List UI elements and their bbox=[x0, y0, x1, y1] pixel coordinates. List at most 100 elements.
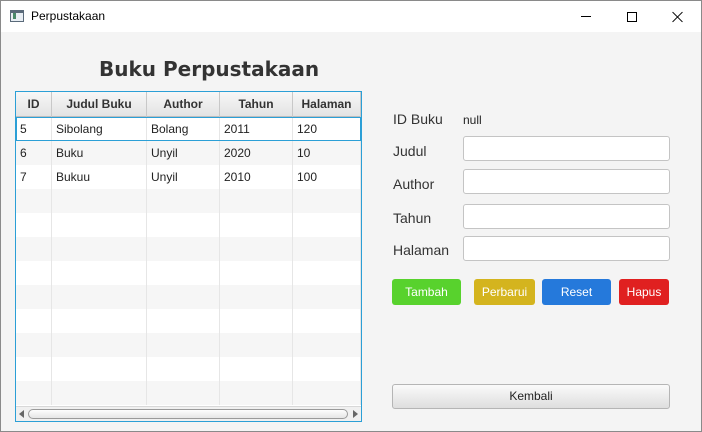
table-cell bbox=[293, 309, 361, 333]
empty-table-row[interactable] bbox=[16, 357, 361, 381]
table-cell bbox=[52, 357, 147, 381]
window-title: Perpustakaan bbox=[31, 9, 106, 23]
empty-table-row[interactable] bbox=[16, 261, 361, 285]
kembali-button[interactable]: Kembali bbox=[392, 384, 670, 409]
table-cell bbox=[147, 237, 220, 261]
empty-table-row[interactable] bbox=[16, 333, 361, 357]
table-cell bbox=[52, 237, 147, 261]
table-cell bbox=[147, 261, 220, 285]
empty-table-row[interactable] bbox=[16, 213, 361, 237]
tahun-label: Tahun bbox=[393, 210, 432, 226]
table-cell bbox=[52, 285, 147, 309]
tambah-button[interactable]: Tambah bbox=[392, 279, 461, 305]
table-cell bbox=[16, 381, 52, 405]
app-window-icon bbox=[10, 10, 24, 22]
table-cell bbox=[16, 237, 52, 261]
table-body: 5 Sibolang Bolang 2011 120 6 Buku Unyil 2020 10 7 B… bbox=[16, 117, 361, 405]
id-buku-label: ID Buku bbox=[393, 111, 443, 127]
reset-button[interactable]: Reset bbox=[542, 279, 611, 305]
table-cell bbox=[52, 381, 147, 405]
books-table[interactable]: ID Judul Buku Author Tahun Halaman 5 Sibo… bbox=[15, 91, 362, 422]
table-cell bbox=[147, 189, 220, 213]
title-bar[interactable]: Perpustakaan bbox=[1, 1, 701, 32]
halaman-input[interactable] bbox=[463, 236, 670, 261]
author-input[interactable] bbox=[463, 169, 670, 194]
empty-table-row[interactable] bbox=[16, 237, 361, 261]
empty-table-row[interactable] bbox=[16, 309, 361, 333]
table-row[interactable]: 6 Buku Unyil 2020 10 bbox=[16, 141, 361, 165]
empty-table-row[interactable] bbox=[16, 381, 361, 405]
table-cell bbox=[52, 189, 147, 213]
table-cell bbox=[293, 381, 361, 405]
table-cell bbox=[52, 333, 147, 357]
table-cell bbox=[293, 333, 361, 357]
table-cell bbox=[16, 261, 52, 285]
table-cell bbox=[220, 237, 293, 261]
table-cell: Bolang bbox=[147, 117, 220, 141]
table-cell bbox=[16, 189, 52, 213]
table-cell bbox=[220, 285, 293, 309]
table-cell bbox=[293, 285, 361, 309]
hapus-button[interactable]: Hapus bbox=[619, 279, 669, 305]
close-button[interactable] bbox=[655, 1, 701, 32]
column-header-halaman[interactable]: Halaman bbox=[293, 92, 361, 117]
table-cell: 2011 bbox=[220, 117, 293, 141]
table-cell: 6 bbox=[16, 141, 52, 165]
table-row[interactable]: 5 Sibolang Bolang 2011 120 bbox=[16, 117, 361, 141]
author-label: Author bbox=[393, 176, 435, 192]
halaman-label: Halaman bbox=[393, 242, 450, 258]
column-header-tahun[interactable]: Tahun bbox=[220, 92, 293, 117]
table-cell bbox=[220, 213, 293, 237]
table-cell: 5 bbox=[16, 117, 52, 141]
table-cell bbox=[293, 213, 361, 237]
table-cell: 7 bbox=[16, 165, 52, 189]
table-cell bbox=[220, 333, 293, 357]
table-cell bbox=[16, 213, 52, 237]
column-header-id[interactable]: ID bbox=[16, 92, 52, 117]
table-cell bbox=[220, 261, 293, 285]
table-cell bbox=[147, 309, 220, 333]
table-cell: 2010 bbox=[220, 165, 293, 189]
table-cell bbox=[220, 357, 293, 381]
minimize-button[interactable] bbox=[563, 1, 609, 32]
table-cell: Unyil bbox=[147, 141, 220, 165]
page-title: Buku Perpustakaan bbox=[99, 57, 320, 81]
scrollbar-thumb[interactable] bbox=[28, 409, 348, 419]
table-row[interactable]: 7 Bukuu Unyil 2010 100 bbox=[16, 165, 361, 189]
table-cell: Unyil bbox=[147, 165, 220, 189]
table-cell: 100 bbox=[293, 165, 361, 189]
table-cell: Buku bbox=[52, 141, 147, 165]
table-cell bbox=[147, 333, 220, 357]
perbarui-button[interactable]: Perbarui bbox=[474, 279, 535, 305]
judul-label: Judul bbox=[393, 143, 427, 159]
tahun-input[interactable] bbox=[463, 204, 670, 229]
table-cell: 2020 bbox=[220, 141, 293, 165]
table-cell bbox=[16, 285, 52, 309]
table-cell bbox=[293, 189, 361, 213]
table-cell bbox=[16, 333, 52, 357]
minimize-icon bbox=[581, 16, 591, 17]
close-icon bbox=[672, 11, 684, 23]
table-cell bbox=[52, 261, 147, 285]
table-cell bbox=[52, 213, 147, 237]
table-cell bbox=[220, 381, 293, 405]
table-cell: Sibolang bbox=[52, 117, 147, 141]
table-header: ID Judul Buku Author Tahun Halaman bbox=[16, 92, 361, 117]
column-header-author[interactable]: Author bbox=[147, 92, 220, 117]
table-cell bbox=[52, 309, 147, 333]
empty-table-row[interactable] bbox=[16, 285, 361, 309]
judul-input[interactable] bbox=[463, 136, 670, 161]
table-cell bbox=[147, 381, 220, 405]
table-cell: 120 bbox=[293, 117, 361, 141]
maximize-button[interactable] bbox=[609, 1, 655, 32]
scroll-left-arrow-icon[interactable] bbox=[19, 410, 24, 418]
maximize-icon bbox=[627, 11, 637, 22]
horizontal-scrollbar[interactable] bbox=[16, 406, 361, 421]
table-cell bbox=[147, 285, 220, 309]
empty-table-row[interactable] bbox=[16, 189, 361, 213]
scroll-right-arrow-icon[interactable] bbox=[353, 410, 358, 418]
column-header-judul[interactable]: Judul Buku bbox=[52, 92, 147, 117]
table-cell bbox=[220, 309, 293, 333]
table-cell bbox=[220, 189, 293, 213]
table-cell bbox=[16, 309, 52, 333]
